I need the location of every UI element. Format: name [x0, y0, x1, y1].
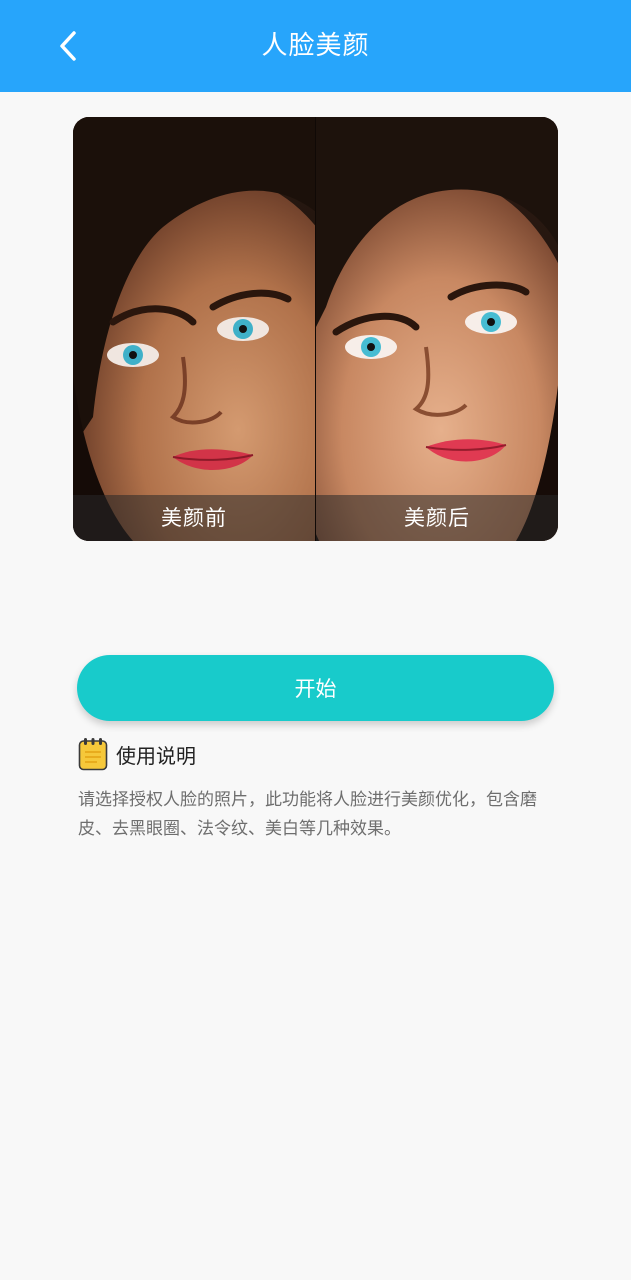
app-header: 人脸美颜 [0, 0, 631, 92]
start-button[interactable]: 开始 [77, 655, 554, 721]
after-label: 美颜后 [316, 495, 558, 541]
notepad-icon [78, 737, 108, 771]
usage-guide-heading: 使用说明 [78, 736, 196, 772]
before-after-comparison: 美颜前 美颜后 [73, 117, 558, 541]
before-face-photo [73, 117, 315, 541]
before-photo-panel: 美颜前 [73, 117, 315, 541]
after-photo-panel: 美颜后 [315, 117, 558, 541]
usage-guide-description: 请选择授权人脸的照片，此功能将人脸进行美颜优化，包含磨皮、去黑眼圈、法令纹、美白… [78, 790, 537, 839]
page-title: 人脸美颜 [261, 31, 370, 61]
after-face-photo [316, 117, 558, 541]
before-label: 美颜前 [73, 495, 315, 541]
usage-guide-title: 使用说明 [116, 743, 196, 768]
